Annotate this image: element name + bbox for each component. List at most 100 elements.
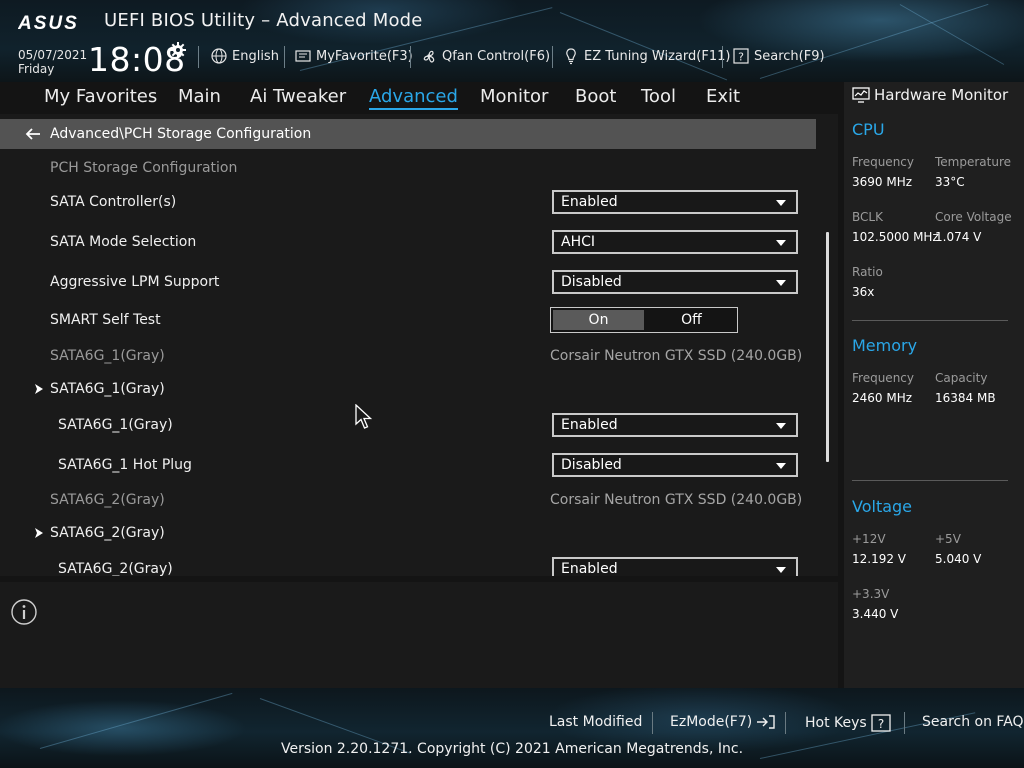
hot-keys-button[interactable]: Hot Keys ?: [805, 714, 891, 732]
language-button[interactable]: English: [210, 47, 279, 65]
footer-bar: Last Modified EzMode(F7) Hot Keys ? Sear…: [0, 688, 1024, 768]
header-separator: [198, 46, 199, 68]
hardware-monitor-panel: Hardware Monitor CPU Frequency 3690 MHz …: [844, 82, 1024, 688]
help-info-panel: [0, 582, 838, 688]
help-key-icon: ?: [871, 714, 891, 732]
exit-to-ezmode-icon: [757, 715, 775, 729]
cpu-section-title: CPU: [852, 120, 885, 139]
header-bar: ASUS UEFI BIOS Utility – Advanced Mode 0…: [0, 0, 1024, 82]
setting-row-sata-controller: SATA Controller(s) Enabled: [0, 190, 816, 216]
ezmode-button[interactable]: EzMode(F7): [670, 714, 776, 730]
setting-label: SATA6G_2(Gray): [58, 561, 173, 576]
gear-icon[interactable]: [170, 42, 186, 58]
page-title: UEFI BIOS Utility – Advanced Mode: [104, 10, 423, 31]
myfavorite-button[interactable]: MyFavorite(F3): [294, 47, 413, 65]
setting-label: SATA6G_1 Hot Plug: [58, 457, 192, 473]
select-value: Enabled: [561, 561, 618, 576]
setting-label: SMART Self Test: [50, 312, 161, 328]
memory-capacity-label: Capacity: [935, 371, 988, 385]
memory-section-title: Memory: [852, 336, 918, 355]
chevron-down-icon: [776, 567, 786, 573]
v12-value: 12.192 V: [852, 552, 907, 566]
sata6g-1-select[interactable]: Enabled: [552, 413, 798, 437]
date-text: 05/07/2021: [18, 48, 88, 62]
ez-tuning-wizard-button[interactable]: EZ Tuning Wizard(F11): [562, 47, 730, 65]
v12-label: +12V: [852, 532, 886, 546]
tab-advanced[interactable]: Advanced: [369, 86, 458, 110]
v5-value: 5.040 V: [935, 552, 982, 566]
decor-line: [759, 3, 989, 79]
sata6g-2-select[interactable]: Enabled: [552, 557, 798, 576]
day-text: Friday: [18, 62, 55, 76]
header-separator: [284, 46, 285, 68]
ezmode-label: EzMode(F7): [670, 714, 753, 730]
qfan-label: Qfan Control(F6): [442, 48, 551, 64]
back-arrow-icon[interactable]: [24, 126, 42, 142]
chevron-down-icon: [776, 423, 786, 429]
cpu-temperature-label: Temperature: [935, 155, 1012, 169]
svg-text:ASUS: ASUS: [18, 13, 79, 32]
footer-separator: [785, 712, 786, 734]
toggle-off-option[interactable]: Off: [646, 308, 737, 332]
asus-logo: ASUS: [18, 13, 79, 32]
tab-exit[interactable]: Exit: [706, 86, 740, 107]
v33-value: 3.440 V: [852, 607, 899, 621]
submenu-label: SATA6G_1(Gray): [50, 381, 165, 397]
ratio-value: 36x: [852, 285, 875, 299]
aggressive-lpm-select[interactable]: Disabled: [552, 270, 798, 294]
ratio-label: Ratio: [852, 265, 883, 279]
search-faq-button[interactable]: Search on FAQ: [922, 714, 1024, 730]
myfavorite-label: MyFavorite(F3): [316, 48, 413, 64]
monitor-icon: [852, 87, 870, 103]
chevron-down-icon: [776, 463, 786, 469]
qfan-control-button[interactable]: Qfan Control(F6): [420, 47, 550, 65]
tab-monitor[interactable]: Monitor: [480, 86, 548, 107]
sata-controller-select[interactable]: Enabled: [552, 190, 798, 214]
section-heading-row: PCH Storage Configuration: [0, 156, 816, 182]
setting-label: SATA6G_1(Gray): [58, 417, 173, 433]
tab-main[interactable]: Main: [178, 86, 221, 107]
memory-frequency-label: Frequency: [852, 371, 914, 385]
footer-separator: [904, 712, 905, 734]
tab-my-favorites[interactable]: My Favorites: [44, 86, 157, 107]
submenu-label: SATA6G_2(Gray): [50, 525, 165, 541]
scrollbar[interactable]: [826, 232, 829, 462]
memory-capacity-value: 16384 MB: [935, 391, 996, 405]
cpu-frequency-label: Frequency: [852, 155, 914, 169]
smart-self-test-toggle[interactable]: On Off: [550, 307, 738, 333]
ez-tuning-label: EZ Tuning Wizard(F11): [584, 48, 731, 64]
svg-text:?: ?: [738, 51, 744, 64]
submenu-row-sata6g-2[interactable]: SATA6G_2(Gray): [0, 521, 816, 547]
select-value: Enabled: [561, 194, 618, 210]
tab-boot[interactable]: Boot: [575, 86, 616, 107]
core-voltage-label: Core Voltage: [935, 210, 1012, 224]
main-nav: My Favorites Main Ai Tweaker Advanced Mo…: [0, 82, 838, 114]
language-label: English: [232, 48, 279, 64]
section-title: PCH Storage Configuration: [50, 160, 238, 176]
section-divider: [852, 320, 1008, 321]
select-value: Disabled: [561, 274, 622, 290]
sata-mode-select[interactable]: AHCI: [552, 230, 798, 254]
lightbulb-icon: [566, 48, 576, 65]
search-button[interactable]: ? Search(F9): [732, 47, 825, 65]
submenu-row-sata6g-1[interactable]: SATA6G_1(Gray): [0, 377, 816, 403]
voltage-section-title: Voltage: [852, 497, 913, 516]
device-info: Corsair Neutron GTX SSD (240.0GB): [550, 492, 803, 508]
v5-label: +5V: [935, 532, 961, 546]
last-modified-button[interactable]: Last Modified: [549, 714, 642, 730]
info-row-sata6g-2: SATA6G_2(Gray) Corsair Neutron GTX SSD (…: [0, 488, 816, 514]
bclk-value: 102.5000 MHz: [852, 230, 939, 244]
select-value: Enabled: [561, 417, 618, 433]
favorite-icon: [295, 50, 311, 62]
hot-keys-label: Hot Keys: [805, 715, 867, 731]
sata6g-1-hot-plug-select[interactable]: Disabled: [552, 453, 798, 477]
tab-tool[interactable]: Tool: [641, 86, 676, 107]
core-voltage-value: 1.074 V: [935, 230, 982, 244]
globe-icon: [211, 48, 227, 64]
memory-frequency-value: 2460 MHz: [852, 391, 913, 405]
toggle-on-option[interactable]: On: [553, 310, 644, 330]
v33-label: +3.3V: [852, 587, 890, 601]
setting-row-sata6g-2-enable: SATA6G_2(Gray) Enabled: [0, 557, 816, 576]
header-separator: [552, 46, 553, 68]
tab-ai-tweaker[interactable]: Ai Tweaker: [250, 86, 346, 107]
